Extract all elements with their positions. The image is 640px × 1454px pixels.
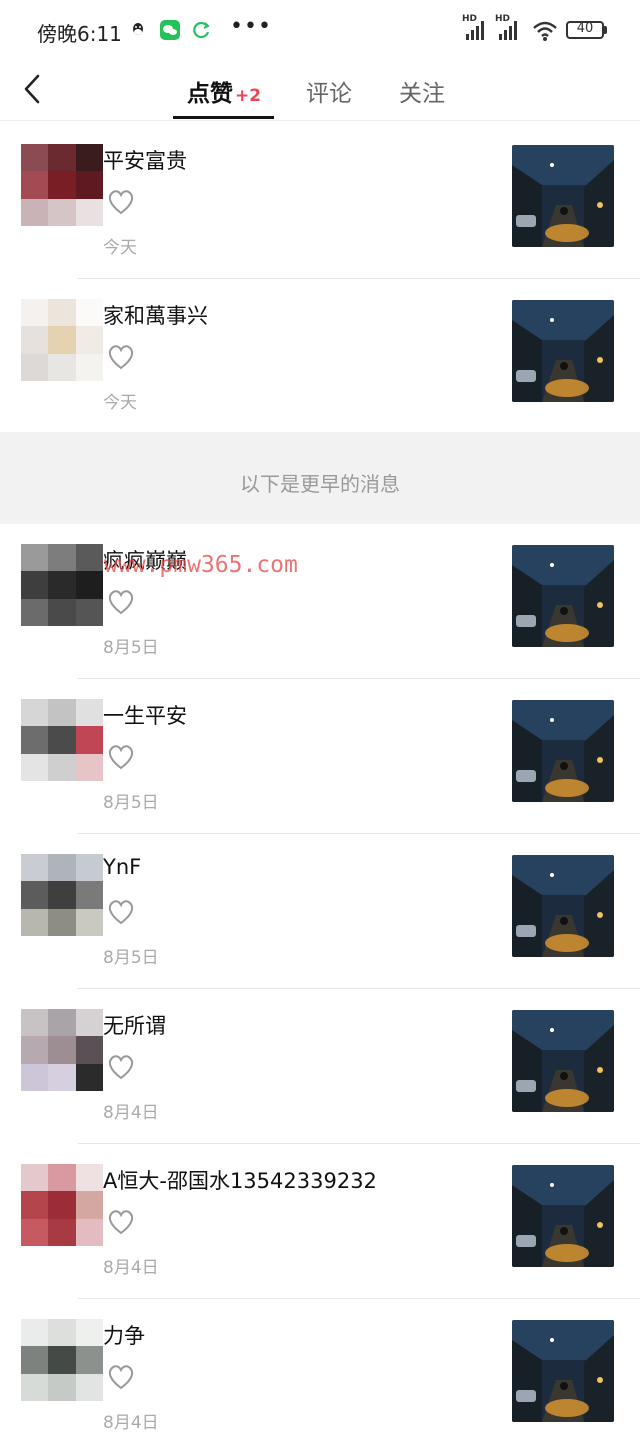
heart-icon [108, 745, 134, 770]
back-arrow-icon[interactable] [20, 72, 46, 106]
separator-label: 以下是更早的消息 [240, 472, 400, 496]
item-divider [78, 1143, 640, 1144]
tab-likes[interactable]: 点赞 +2 [187, 74, 261, 108]
avatar[interactable] [21, 699, 103, 781]
list-item[interactable]: 一生平安 8月5日 [0, 680, 640, 834]
item-divider [78, 278, 640, 279]
night-street-image [512, 145, 614, 247]
network-hd-1: HD [462, 14, 478, 24]
like-time: 8月4日 [103, 1103, 159, 1123]
like-time: 8月4日 [103, 1258, 159, 1278]
night-street-image [512, 855, 614, 957]
avatar[interactable] [21, 1164, 103, 1246]
user-name[interactable]: A恒大-邵国水13542339232 [103, 1165, 377, 1195]
night-street-image [512, 700, 614, 802]
like-time: 今天 [103, 238, 137, 258]
tab-follow-label: 关注 [399, 81, 445, 107]
heart-icon [108, 900, 134, 925]
like-time: 8月5日 [103, 948, 159, 968]
post-thumbnail[interactable] [512, 700, 614, 802]
avatar[interactable] [21, 1319, 103, 1401]
tab-comments-label: 评论 [306, 81, 352, 107]
user-name[interactable]: YnF [103, 855, 141, 879]
top-navigation: 点赞 +2 评论 关注 [0, 62, 640, 121]
more-status-icon: ••• [230, 14, 272, 39]
network-hd-2: HD [495, 14, 511, 24]
avatar[interactable] [21, 299, 103, 381]
heart-icon [108, 1055, 134, 1080]
night-street-image [512, 1010, 614, 1112]
battery-icon: 40 [566, 21, 604, 39]
avatar[interactable] [21, 1009, 103, 1091]
item-divider [78, 1298, 640, 1299]
avatar[interactable] [21, 544, 103, 626]
likes-count-badge: +2 [235, 86, 262, 106]
heart-icon [108, 345, 134, 370]
item-divider [78, 833, 640, 834]
tab-comments[interactable]: 评论 [306, 74, 352, 108]
like-time: 今天 [103, 393, 137, 413]
post-thumbnail[interactable] [512, 1010, 614, 1112]
tab-likes-label: 点赞 [187, 81, 233, 107]
status-time: 傍晚6:11 [37, 22, 122, 46]
like-time: 8月4日 [103, 1413, 159, 1433]
user-name[interactable]: 一生平安 [103, 700, 187, 730]
post-thumbnail[interactable] [512, 1320, 614, 1422]
watermark: www.pmw365.com [104, 552, 298, 578]
heart-icon [108, 190, 134, 215]
post-thumbnail[interactable] [512, 855, 614, 957]
list-item[interactable]: A恒大-邵国水13542339232 8月4日 [0, 1145, 640, 1299]
avatar[interactable] [21, 854, 103, 936]
night-street-image [512, 1320, 614, 1422]
night-street-image [512, 1165, 614, 1267]
item-divider [78, 988, 640, 989]
list-item[interactable]: 家和萬事兴 今天 [0, 280, 640, 434]
wifi-icon [533, 21, 557, 41]
earlier-messages-separator: 以下是更早的消息 [0, 432, 640, 524]
status-bar: 傍晚6:11 ••• HD HD 40 [0, 0, 640, 62]
qq-icon [133, 23, 143, 35]
heart-icon [108, 1365, 134, 1390]
user-name[interactable]: 家和萬事兴 [103, 300, 208, 330]
user-name[interactable]: 平安富贵 [103, 145, 187, 175]
list-item[interactable]: 平安富贵 今天 [0, 125, 640, 279]
battery-level: 40 [576, 21, 594, 36]
post-thumbnail[interactable] [512, 300, 614, 402]
post-thumbnail[interactable] [512, 145, 614, 247]
night-street-image [512, 545, 614, 647]
list-item[interactable]: YnF 8月5日 [0, 835, 640, 989]
user-name[interactable]: 力争 [103, 1320, 145, 1350]
like-time: 8月5日 [103, 793, 159, 813]
battery-tip [604, 26, 607, 34]
active-tab-indicator [173, 116, 274, 119]
like-time: 8月5日 [103, 638, 159, 658]
night-street-image [512, 300, 614, 402]
tab-follow[interactable]: 关注 [399, 74, 445, 108]
wechat-icon [160, 20, 180, 40]
post-thumbnail[interactable] [512, 545, 614, 647]
list-item[interactable]: 力争 8月4日 [0, 1300, 640, 1454]
list-item[interactable]: 无所谓 8月4日 [0, 990, 640, 1144]
list-item[interactable]: 疯疯巅巅 8月5日 [0, 525, 640, 679]
heart-icon [108, 590, 134, 615]
item-divider [78, 678, 640, 679]
heart-icon [108, 1210, 134, 1235]
avatar[interactable] [21, 144, 103, 226]
sync-icon [193, 21, 210, 39]
user-name[interactable]: 无所谓 [103, 1010, 166, 1040]
post-thumbnail[interactable] [512, 1165, 614, 1267]
